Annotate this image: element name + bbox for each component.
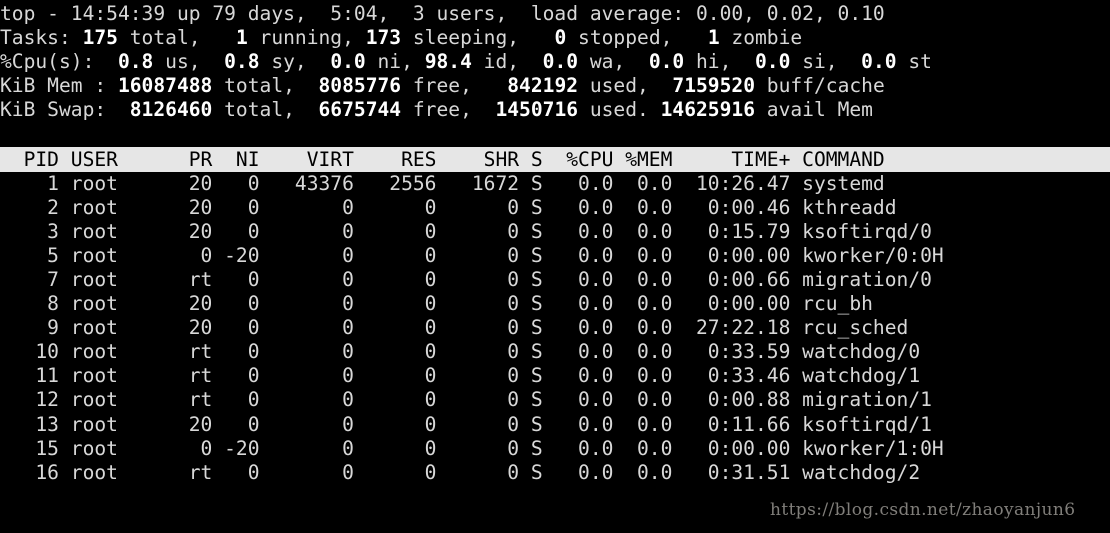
mem-total-label: total, [224,74,295,98]
swap-label: KiB Swap: [0,98,107,122]
tasks-total-value: 175 [82,26,118,50]
swap-line: KiB Swap: 8126460 total, 6675744 free, 1… [0,98,1110,122]
terminal-window[interactable]: top - 14:54:39 up 79 days, 5:04, 3 users… [0,0,1110,533]
summary-section: top - 14:54:39 up 79 days, 5:04, 3 users… [0,0,1110,122]
table-row[interactable]: 12 root rt 0 0 0 0 S 0.0 0.0 0:00.88 mig… [0,388,1110,412]
table-row[interactable]: 2 root 20 0 0 0 0 S 0.0 0.0 0:00.46 kthr… [0,196,1110,220]
tasks-total-label: total, [129,26,201,50]
swap-free-value: 6675744 [318,98,402,122]
mem-label: KiB Mem : [0,74,107,98]
tasks-stopped-label: stopped, [578,26,673,50]
tasks-sleeping-label: sleeping, [412,26,520,50]
swap-used-value: 1450716 [495,98,579,122]
tasks-running-value: 1 [235,26,248,50]
tasks-stopped-value: 0 [554,26,567,50]
cpu-si-label: si, [802,50,838,74]
table-row[interactable]: 8 root 20 0 0 0 0 S 0.0 0.0 0:00.00 rcu_… [0,292,1110,316]
summary-table-separator [0,122,1110,146]
cpu-wa-value: 0.0 [542,50,579,74]
mem-free-label: free, [412,74,472,98]
cpu-hi-label: hi, [696,50,732,74]
swap-total-label: total, [224,98,295,122]
process-table-header[interactable]: PID USER PR NI VIRT RES SHR S %CPU %MEM … [0,146,1110,172]
tasks-line: Tasks: 175 total, 1 running, 173 sleepin… [0,26,1110,50]
tasks-sleeping-value: 173 [365,26,402,50]
cpu-st-value: 0.0 [861,50,897,74]
mem-used-label: used, [589,74,649,98]
uptime-line: top - 14:54:39 up 79 days, 5:04, 3 users… [0,2,1110,26]
cpu-si-value: 0.0 [755,50,791,74]
cpu-hi-value: 0.0 [648,50,685,74]
swap-used-label: used. [589,98,649,122]
process-table-body: 1 root 20 0 43376 2556 1672 S 0.0 0.0 10… [0,172,1110,485]
cpu-ni-label: ni, [377,50,413,74]
tasks-zombie-value: 1 [707,26,720,50]
top-output: top - 14:54:39 up 79 days, 5:04, 3 users… [0,0,1110,485]
table-row[interactable]: 16 root rt 0 0 0 0 S 0.0 0.0 0:31.51 wat… [0,461,1110,485]
table-row[interactable]: 3 root 20 0 0 0 0 S 0.0 0.0 0:15.79 ksof… [0,220,1110,244]
cpu-id-label: id, [483,50,520,74]
mem-line: KiB Mem : 16087488 total, 8085776 free, … [0,74,1110,98]
swap-free-label: free, [412,98,472,122]
mem-used-value: 842192 [507,74,579,98]
cpu-line: %Cpu(s): 0.8 us, 0.8 sy, 0.0 ni, 98.4 id… [0,50,1110,74]
table-row[interactable]: 5 root 0 -20 0 0 0 S 0.0 0.0 0:00.00 kwo… [0,244,1110,268]
mem-free-value: 8085776 [318,74,402,98]
cpu-sy-value: 0.8 [224,50,260,74]
cpu-id-value: 98.4 [424,50,472,74]
table-row[interactable]: 9 root 20 0 0 0 0 S 0.0 0.0 27:22.18 rcu… [0,316,1110,340]
mem-total-value: 16087488 [117,74,213,98]
table-row[interactable]: 15 root 0 -20 0 0 0 S 0.0 0.0 0:00.00 kw… [0,437,1110,461]
cpu-label: %Cpu(s): [0,50,95,74]
cpu-st-label: st [908,50,932,74]
cpu-us-label: us, [165,50,201,74]
tasks-zombie-label: zombie [731,26,803,50]
table-row[interactable]: 13 root 20 0 0 0 0 S 0.0 0.0 0:11.66 kso… [0,413,1110,437]
table-row[interactable]: 11 root rt 0 0 0 0 S 0.0 0.0 0:33.46 wat… [0,364,1110,388]
cpu-us-value: 0.8 [117,50,154,74]
watermark: https://blog.csdn.net/zhaoyanjun6 [770,500,1076,520]
tasks-running-label: running, [259,26,354,50]
cpu-sy-label: sy, [271,50,307,74]
table-row[interactable]: 7 root rt 0 0 0 0 S 0.0 0.0 0:00.66 migr… [0,268,1110,292]
swap-avail-label: avail Mem [766,98,873,122]
tasks-label: Tasks: [0,26,71,50]
swap-avail-value: 14625916 [660,98,755,122]
mem-buffcache-value: 7159520 [672,74,755,98]
uptime-line-text: top - 14:54:39 up 79 days, 5:04, 3 users… [0,2,885,25]
swap-total-value: 8126460 [129,98,213,122]
mem-buffcache-label: buff/cache [766,74,885,98]
table-row[interactable]: 10 root rt 0 0 0 0 S 0.0 0.0 0:33.59 wat… [0,340,1110,364]
cpu-ni-value: 0.0 [330,50,366,74]
cpu-wa-label: wa, [589,50,626,74]
table-row[interactable]: 1 root 20 0 43376 2556 1672 S 0.0 0.0 10… [0,172,1110,196]
